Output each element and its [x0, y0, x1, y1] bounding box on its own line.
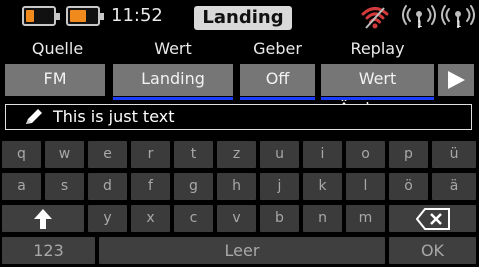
source-value: FM: [43, 69, 67, 88]
value-underline: [113, 97, 233, 100]
wifi-icon: [361, 7, 389, 29]
svg-text:1: 1: [417, 20, 423, 30]
replay-underline: [321, 97, 434, 100]
column-header-replay: Replay: [350, 39, 405, 58]
clock: 11:52: [111, 5, 163, 26]
key[interactable]: i: [303, 141, 342, 168]
sender-underline: [240, 97, 315, 100]
key[interactable]: l: [346, 173, 385, 200]
column-header-source: Quelle: [31, 39, 84, 58]
key[interactable]: a: [2, 173, 41, 200]
key[interactable]: c: [174, 205, 213, 232]
svg-text:1: 1: [456, 20, 462, 30]
key[interactable]: ö: [389, 173, 428, 200]
battery-level: [26, 10, 34, 22]
key[interactable]: v: [217, 205, 256, 232]
sender-button[interactable]: Off: [240, 64, 315, 100]
backspace-icon: [415, 208, 450, 230]
battery-icon: [66, 6, 104, 26]
key[interactable]: k: [303, 173, 342, 200]
key[interactable]: s: [45, 173, 84, 200]
page-title: Landing: [194, 6, 292, 30]
key[interactable]: h: [217, 173, 256, 200]
key[interactable]: y: [88, 205, 127, 232]
key[interactable]: f: [131, 173, 170, 200]
key[interactable]: d: [88, 173, 127, 200]
ok-key[interactable]: OK: [389, 237, 476, 264]
pencil-icon: [26, 109, 42, 124]
key[interactable]: p: [389, 141, 428, 168]
space-key[interactable]: Leer: [99, 237, 385, 264]
key[interactable]: r: [131, 141, 170, 168]
replay-button[interactable]: Wert Änderung: [321, 64, 434, 118]
antenna-icon: 1: [441, 5, 475, 30]
source-button[interactable]: FM: [5, 64, 105, 96]
battery-icon: [22, 6, 60, 26]
column-header-value: Wert: [154, 39, 192, 58]
sender-value: Off: [265, 69, 290, 88]
key[interactable]: x: [131, 205, 170, 232]
key[interactable]: b: [260, 205, 299, 232]
arrow-up-icon: [34, 209, 52, 229]
key[interactable]: u: [260, 141, 299, 168]
on-screen-keyboard: q w e r t z u i o p ü a s d f g h j k l …: [0, 135, 479, 267]
key[interactable]: q: [2, 141, 41, 168]
key[interactable]: j: [260, 173, 299, 200]
key[interactable]: m: [346, 205, 385, 232]
key[interactable]: z: [217, 141, 256, 168]
key[interactable]: w: [45, 141, 84, 168]
key[interactable]: n: [303, 205, 342, 232]
value-button[interactable]: Landing: [113, 64, 233, 100]
battery-level: [70, 10, 86, 22]
numbers-key[interactable]: 123: [2, 237, 95, 264]
key[interactable]: o: [346, 141, 385, 168]
key[interactable]: ü: [432, 141, 476, 168]
antenna-icon: 1: [402, 5, 436, 30]
play-icon: [448, 71, 465, 89]
key[interactable]: ä: [432, 173, 476, 200]
play-button[interactable]: [438, 64, 474, 96]
column-header-sender: Geber: [253, 39, 302, 58]
key[interactable]: t: [174, 141, 213, 168]
text-input-value: This is just text: [53, 107, 175, 126]
backspace-key[interactable]: [389, 205, 476, 232]
key[interactable]: g: [174, 173, 213, 200]
value-value: Landing: [141, 69, 205, 88]
status-bar: 11:52 Landing 1 1: [0, 0, 479, 34]
text-input[interactable]: This is just text: [5, 104, 472, 130]
key[interactable]: e: [88, 141, 127, 168]
shift-key[interactable]: [2, 205, 84, 232]
